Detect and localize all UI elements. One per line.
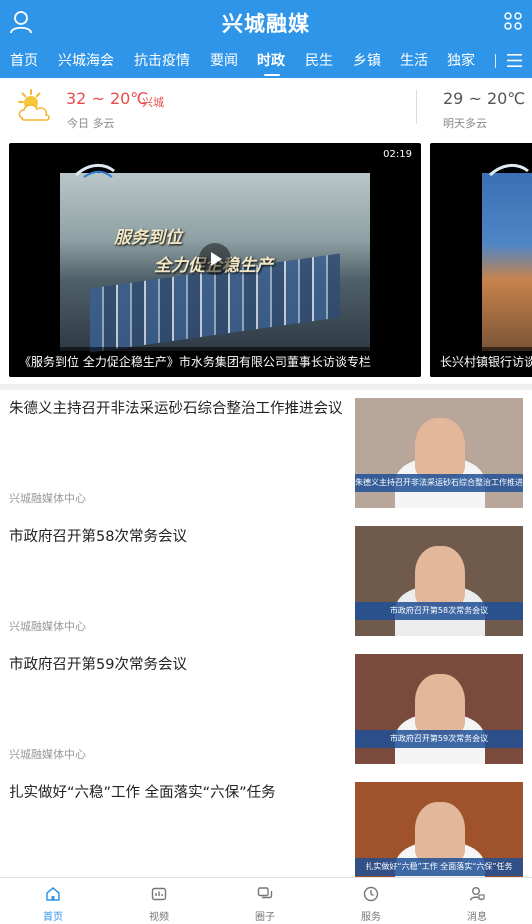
today-weather-desc: 今日 多云 (67, 117, 115, 130)
tab-news[interactable]: 要闻 (210, 50, 238, 70)
tomorrow-weather-desc: 明天多云 (443, 117, 487, 130)
active-tab-indicator (264, 74, 280, 76)
news-source: 兴城融媒体中心 (9, 620, 86, 633)
tab-towns[interactable]: 乡镇 (353, 50, 381, 70)
news-thumbnail[interactable]: 市政府召开第58次常务会议 (355, 526, 523, 636)
news-title[interactable]: 市政府召开第59次常务会议 (9, 654, 344, 676)
news-list-item[interactable]: 朱德义主持召开非法采运砂石综合整治工作推进会议 兴城融媒体中心 朱德义主持召开非… (0, 390, 532, 519)
nav-circle[interactable]: 圈子 (212, 878, 318, 924)
video-carousel[interactable]: 服务到位 全力促企稳生产 02:19 《服务到位 全力促企稳生产》市水务集团有限… (0, 143, 532, 377)
nav-label: 圈子 (255, 912, 275, 923)
nav-label: 服务 (361, 912, 381, 923)
news-thumbnail[interactable]: 市政府召开第59次常务会议 (355, 654, 523, 764)
today-temperature: 32 ~ 20℃ (66, 89, 149, 108)
nav-label: 首页 (43, 912, 63, 923)
news-list-item[interactable]: 市政府召开第58次常务会议 兴城融媒体中心 市政府召开第58次常务会议 (0, 518, 532, 647)
thumb-person-head (415, 802, 465, 862)
channel-logo-icon (74, 164, 115, 178)
play-icon[interactable] (199, 243, 231, 275)
tab-politics[interactable]: 时政 (257, 50, 285, 70)
bottom-navigation: 首页 视频 圈子 服务 消息 (0, 877, 532, 924)
tab-epidemic[interactable]: 抗击疫情 (134, 50, 190, 70)
video-icon (151, 887, 167, 901)
tab-home[interactable]: 首页 (10, 50, 38, 70)
channel-logo-icon (488, 164, 529, 177)
tab-xingcheng-haihui[interactable]: 兴城海会 (58, 50, 114, 70)
message-icon (469, 887, 485, 901)
news-title[interactable]: 市政府召开第58次常务会议 (9, 526, 344, 548)
thumb-person-head (415, 546, 465, 606)
video-art-text-line1: 服务到位 (114, 228, 182, 248)
news-thumbnail[interactable]: 扎实做好“六稳”工作 全面落实“六保”任务 (355, 782, 523, 892)
video-thumbnail-next (482, 173, 532, 351)
video-title[interactable]: 《服务到位 全力促企稳生产》市水务集团有限公司董事长访谈专栏 (9, 347, 421, 377)
hamburger-menu-icon[interactable] (507, 54, 522, 67)
partly-cloudy-icon (18, 89, 50, 121)
news-thumbnail[interactable]: 朱德义主持召开非法采运砂石综合整治工作推进会议 (355, 398, 523, 508)
nav-service[interactable]: 服务 (318, 878, 424, 924)
grid-menu-icon[interactable] (504, 12, 522, 30)
tomorrow-temperature: 29 ~ 20℃ (443, 89, 526, 108)
thumb-person-head (415, 674, 465, 734)
weather-widget[interactable]: 32 ~ 20℃ 兴城 今日 多云 29 ~ 20℃ 明天多云 (0, 78, 532, 136)
nav-label: 视频 (149, 912, 169, 923)
app-title: 兴城融媒 (222, 12, 310, 36)
news-source: 兴城融媒体中心 (9, 492, 86, 505)
nav-home[interactable]: 首页 (0, 878, 106, 924)
news-list-item[interactable]: 扎实做好“六稳”工作 全面落实“六保”任务 扎实做好“六稳”工作 全面落实“六保… (0, 774, 532, 892)
weather-city: 兴城 (142, 96, 164, 109)
video-title-next[interactable]: 长兴村镇银行访谈 (430, 347, 532, 377)
thumb-caption: 扎实做好“六稳”工作 全面落实“六保”任务 (355, 858, 523, 876)
nav-label: 消息 (467, 912, 487, 923)
nav-messages[interactable]: 消息 (424, 878, 530, 924)
tab-divider (495, 54, 496, 68)
news-title[interactable]: 扎实做好“六稳”工作 全面落实“六保”任务 (9, 782, 344, 804)
header-top-bar: 兴城融媒 (0, 0, 532, 44)
video-card-next[interactable]: 长兴村镇银行访谈 (430, 143, 532, 377)
tab-livelihood[interactable]: 民生 (305, 50, 333, 70)
weather-divider (416, 90, 417, 124)
clock-icon (363, 886, 379, 902)
tab-life[interactable]: 生活 (400, 50, 428, 70)
channel-tabs: 首页 兴城海会 抗击疫情 要闻 时政 民生 乡镇 生活 独家 (0, 44, 532, 78)
chat-bubbles-icon (257, 887, 273, 899)
thumb-person-head (415, 418, 465, 478)
news-list-item[interactable]: 市政府召开第59次常务会议 兴城融媒体中心 市政府召开第59次常务会议 (0, 646, 532, 775)
video-duration: 02:19 (383, 149, 412, 160)
news-title[interactable]: 朱德义主持召开非法采运砂石综合整治工作推进会议 (9, 398, 344, 420)
thumb-caption: 市政府召开第59次常务会议 (355, 730, 523, 748)
tab-exclusive[interactable]: 独家 (447, 50, 475, 70)
thumb-caption: 市政府召开第58次常务会议 (355, 602, 523, 620)
app-header: 兴城融媒 首页 兴城海会 抗击疫情 要闻 时政 民生 乡镇 生活 独家 (0, 0, 532, 78)
news-source: 兴城融媒体中心 (9, 748, 86, 761)
thumb-caption: 朱德义主持召开非法采运砂石综合整治工作推进会议 (355, 474, 523, 492)
video-card[interactable]: 服务到位 全力促企稳生产 02:19 《服务到位 全力促企稳生产》市水务集团有限… (9, 143, 421, 377)
nav-video[interactable]: 视频 (106, 878, 212, 924)
home-icon (46, 887, 60, 901)
